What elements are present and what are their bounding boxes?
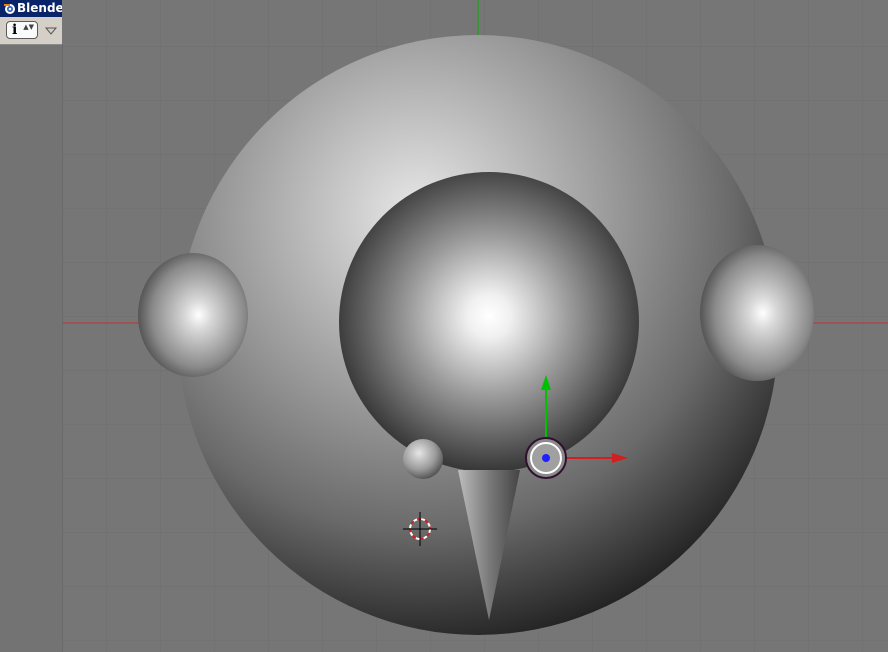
window-type-info-button[interactable]: i ▲▼	[6, 21, 38, 39]
left-eye-sphere[interactable]	[138, 253, 248, 377]
blender-logo-icon	[4, 4, 15, 14]
left-panel-strip	[0, 44, 63, 652]
3d-viewport[interactable]	[0, 0, 888, 652]
view-header: i ▲▼	[0, 17, 62, 45]
right-eye-sphere[interactable]	[700, 245, 814, 381]
small-ball[interactable]	[403, 439, 443, 479]
updown-arrows: ▲▼	[23, 23, 34, 31]
title-bar: Blender	[0, 0, 62, 17]
window-title: Blender	[17, 1, 62, 15]
info-icon: i	[12, 22, 18, 38]
menu-arrow-icon[interactable]	[44, 25, 58, 37]
head-sphere[interactable]	[339, 172, 639, 472]
